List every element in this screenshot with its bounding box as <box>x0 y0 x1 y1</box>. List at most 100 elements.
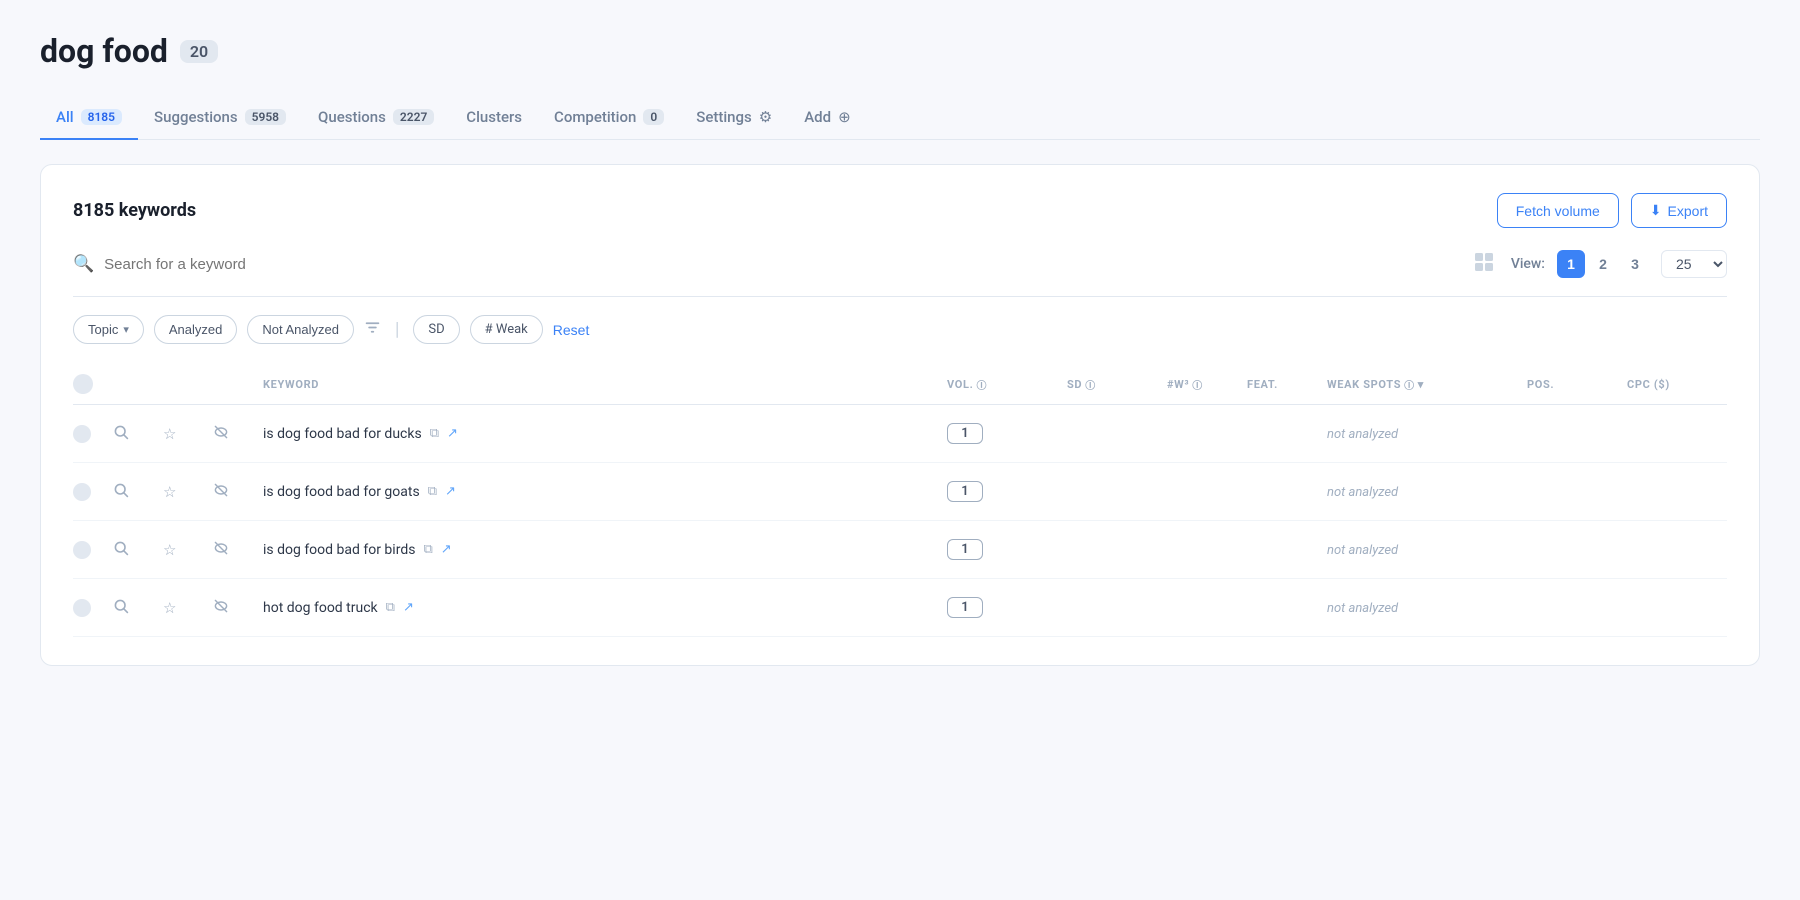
sd-filter-tag[interactable]: SD <box>413 315 459 344</box>
page-header: dog food 20 <box>40 32 1760 70</box>
tab-questions[interactable]: Questions 2227 <box>302 98 450 140</box>
row-search-icon[interactable] <box>113 424 163 444</box>
tab-clusters-label: Clusters <box>466 108 522 126</box>
tab-competition[interactable]: Competition 0 <box>538 98 680 140</box>
weak-label: # Weak <box>485 322 528 337</box>
col-keyword-label: KEYWORD <box>263 378 319 391</box>
box-header: 8185 keywords Fetch volume ⬇ Export <box>73 193 1727 228</box>
reset-button[interactable]: Reset <box>553 322 590 338</box>
row-checkbox[interactable] <box>73 483 113 501</box>
not-analyzed-label: Not Analyzed <box>262 322 339 337</box>
copy-icon[interactable]: ⧉ <box>428 484 437 499</box>
vol-cell: 1 <box>947 539 1067 560</box>
row-favorite-icon[interactable]: ☆ <box>163 483 213 501</box>
header-checkbox[interactable] <box>73 374 93 394</box>
view-page-3[interactable]: 3 <box>1621 250 1649 278</box>
external-link-icon[interactable]: ↗ <box>441 542 452 557</box>
fetch-volume-button[interactable]: Fetch volume <box>1497 193 1619 228</box>
row-checkbox[interactable] <box>73 599 113 617</box>
row-search-icon[interactable] <box>113 482 163 502</box>
col-vol-label: VOL. <box>947 378 973 391</box>
box-actions: Fetch volume ⬇ Export <box>1497 193 1727 228</box>
weak-spots-cell: not analyzed <box>1327 484 1527 500</box>
not-analyzed-text: not analyzed <box>1327 427 1398 442</box>
keyword-text: hot dog food truck <box>263 600 378 616</box>
row-favorite-icon[interactable]: ☆ <box>163 541 213 559</box>
export-label: Export <box>1668 203 1708 219</box>
search-row: 🔍 View: 1 2 3 <box>73 250 1727 297</box>
analyzed-filter-button[interactable]: Analyzed <box>154 315 237 344</box>
main-content-box: 8185 keywords Fetch volume ⬇ Export 🔍 <box>40 164 1760 666</box>
copy-icon[interactable]: ⧉ <box>386 600 395 615</box>
keyword-cell: hot dog food truck ⧉ ↗ <box>263 600 947 616</box>
row-checkbox[interactable] <box>73 541 113 559</box>
table-row: ☆ is dog food bad for ducks ⧉ ↗ 1 not an… <box>73 405 1727 463</box>
keyword-text: is dog food bad for ducks <box>263 426 422 442</box>
copy-icon[interactable]: ⧉ <box>423 542 432 557</box>
weak-spots-info-icon: ⓘ <box>1404 377 1415 392</box>
row-hide-icon[interactable] <box>213 482 263 502</box>
view-page-1[interactable]: 1 <box>1557 250 1585 278</box>
tab-competition-badge: 0 <box>643 109 664 125</box>
weak-filter-tag[interactable]: # Weak <box>470 315 543 344</box>
vol-info-icon: ⓘ <box>976 377 987 392</box>
tab-all[interactable]: All 8185 <box>40 98 138 140</box>
keyword-table: KEYWORD VOL. ⓘ SD ⓘ #W³ ⓘ FEAT. <box>73 364 1727 637</box>
th-cpc: CPC ($) <box>1627 378 1727 391</box>
row-search-icon[interactable] <box>113 598 163 618</box>
th-keyword: KEYWORD <box>263 378 947 391</box>
export-button[interactable]: ⬇ Export <box>1631 193 1727 228</box>
weak-spots-cell: not analyzed <box>1327 542 1527 558</box>
filter-separator: | <box>395 319 399 340</box>
external-link-icon[interactable]: ↗ <box>447 426 458 441</box>
external-link-icon[interactable]: ↗ <box>403 600 414 615</box>
per-page-select[interactable]: 25 50 100 <box>1661 250 1727 278</box>
gear-icon: ⚙ <box>759 108 772 126</box>
col-weak-spots-label: WEAK SPOTS <box>1327 378 1401 391</box>
view-label: View: <box>1511 256 1545 272</box>
th-check <box>73 374 113 394</box>
external-link-icon[interactable]: ↗ <box>445 484 456 499</box>
row-hide-icon[interactable] <box>213 540 263 560</box>
table-header: KEYWORD VOL. ⓘ SD ⓘ #W³ ⓘ FEAT. <box>73 364 1727 405</box>
keyword-text: is dog food bad for birds <box>263 542 415 558</box>
th-pos: POS. <box>1527 378 1627 391</box>
not-analyzed-text: not analyzed <box>1327 601 1398 616</box>
tab-add[interactable]: Add ⊕ <box>788 98 866 140</box>
table-row: ☆ hot dog food truck ⧉ ↗ 1 not analyzed <box>73 579 1727 637</box>
search-input[interactable] <box>104 256 404 273</box>
funnel-icon[interactable] <box>364 319 381 340</box>
page-count-badge: 20 <box>180 40 218 63</box>
tab-questions-badge: 2227 <box>393 109 434 125</box>
keyword-cell: is dog food bad for birds ⧉ ↗ <box>263 542 947 558</box>
tab-clusters[interactable]: Clusters <box>450 98 538 140</box>
view-pages: 1 2 3 <box>1557 250 1649 278</box>
tab-add-label: Add <box>804 108 831 126</box>
row-hide-icon[interactable] <box>213 424 263 444</box>
tab-competition-label: Competition <box>554 108 636 126</box>
col-cpc-label: CPC ($) <box>1627 378 1670 391</box>
view-page-2[interactable]: 2 <box>1589 250 1617 278</box>
chevron-down-icon: ▾ <box>123 323 129 336</box>
tab-settings[interactable]: Settings ⚙ <box>680 98 788 140</box>
tab-suggestions[interactable]: Suggestions 5958 <box>138 98 302 140</box>
row-favorite-icon[interactable]: ☆ <box>163 599 213 617</box>
th-vol: VOL. ⓘ <box>947 377 1067 392</box>
sd-info-icon: ⓘ <box>1085 377 1096 392</box>
vol-badge: 1 <box>947 597 983 618</box>
row-favorite-icon[interactable]: ☆ <box>163 425 213 443</box>
copy-icon[interactable]: ⧉ <box>430 426 439 441</box>
download-icon: ⬇ <box>1650 202 1662 219</box>
page-container: dog food 20 All 8185 Suggestions 5958 Qu… <box>0 0 1800 900</box>
row-hide-icon[interactable] <box>213 598 263 618</box>
not-analyzed-filter-button[interactable]: Not Analyzed <box>247 315 354 344</box>
topic-filter-button[interactable]: Topic ▾ <box>73 315 144 344</box>
th-w3: #W³ ⓘ <box>1167 377 1247 392</box>
grid-icon[interactable] <box>1473 251 1495 278</box>
not-analyzed-text: not analyzed <box>1327 543 1398 558</box>
row-checkbox[interactable] <box>73 425 113 443</box>
keywords-count: 8185 keywords <box>73 200 196 221</box>
row-search-icon[interactable] <box>113 540 163 560</box>
col-feat-label: FEAT. <box>1247 378 1278 391</box>
weak-spots-chevron-icon[interactable]: ▾ <box>1418 378 1424 391</box>
